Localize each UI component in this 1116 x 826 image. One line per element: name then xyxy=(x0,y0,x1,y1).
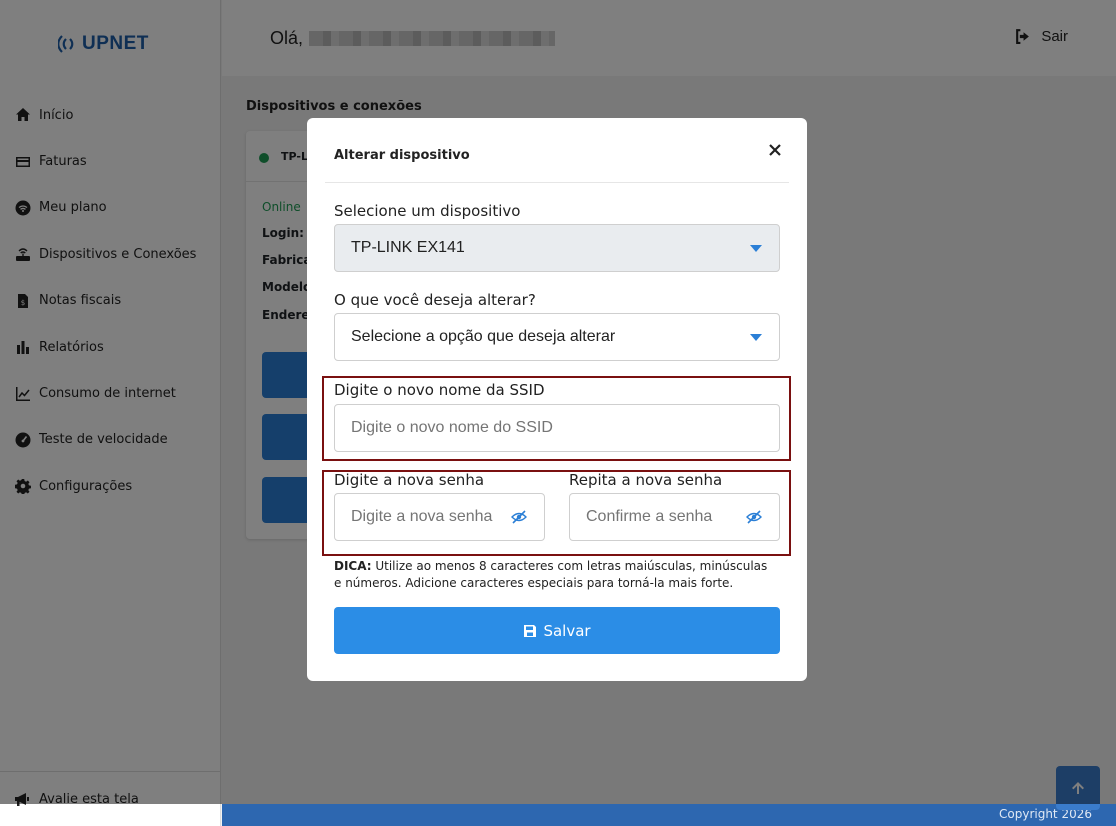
eye-slash-icon[interactable] xyxy=(511,509,527,525)
option-select[interactable]: Selecione a opção que deseja alterar xyxy=(334,313,780,361)
option-select-value: Selecione a opção que deseja alterar xyxy=(351,328,616,345)
close-button[interactable] xyxy=(767,142,783,158)
device-select[interactable]: TP-LINK EX141 xyxy=(334,224,780,272)
device-select-label: Selecione um dispositivo xyxy=(334,202,521,220)
eye-slash-icon[interactable] xyxy=(746,509,762,525)
password-label: Digite a nova senha xyxy=(334,471,485,489)
chevron-down-icon xyxy=(750,334,762,341)
confirm-label: Repita a nova senha xyxy=(569,471,723,489)
floppy-disk-icon xyxy=(524,624,537,637)
close-icon xyxy=(769,144,781,156)
save-button[interactable]: Salvar xyxy=(334,607,780,654)
password-tip: DICA: Utilize ao menos 8 caracteres com … xyxy=(334,558,774,592)
page-footer: Copyright 2026 xyxy=(222,804,1116,826)
ssid-label: Digite o novo nome da SSID xyxy=(334,381,545,399)
save-label: Salvar xyxy=(543,621,591,640)
alterar-dispositivo-modal: Alterar dispositivo Selecione um disposi… xyxy=(307,118,807,681)
chevron-down-icon xyxy=(750,245,762,252)
modal-title: Alterar dispositivo xyxy=(334,148,470,163)
ssid-input[interactable] xyxy=(334,404,780,452)
tip-text: Utilize ao menos 8 caracteres com letras… xyxy=(334,559,768,590)
modal-divider xyxy=(325,182,789,183)
device-select-value: TP-LINK EX141 xyxy=(351,239,465,256)
tip-prefix: DICA: xyxy=(334,559,372,573)
option-select-label: O que você deseja alterar? xyxy=(334,291,536,309)
